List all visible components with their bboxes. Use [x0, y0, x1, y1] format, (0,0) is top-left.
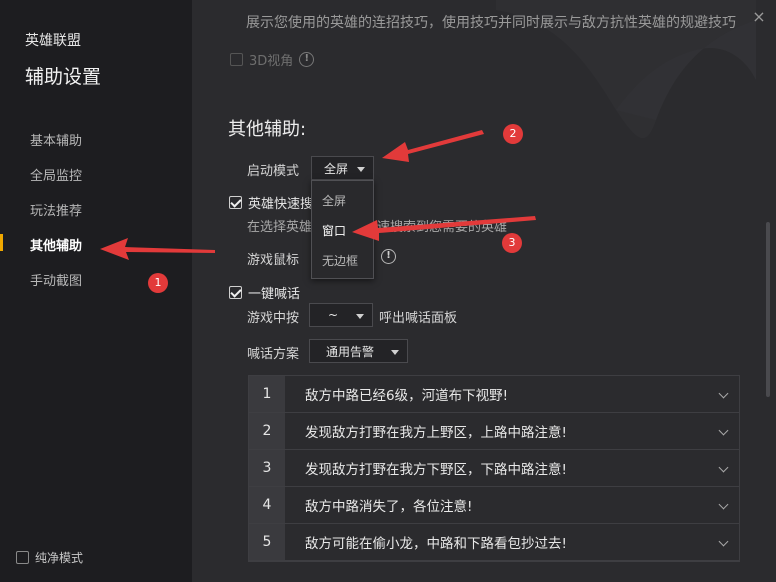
- list-item[interactable]: 1 敌方中路已经6级，河道布下视野!: [249, 376, 739, 413]
- message-text: 敌方中路已经6级，河道布下视野!: [305, 388, 509, 404]
- view3d-option[interactable]: 3D视角 !: [230, 50, 315, 69]
- view3d-label: 3D视角: [249, 54, 294, 69]
- shout-key-label: 游戏中按: [247, 311, 300, 326]
- message-number: 3: [249, 450, 285, 486]
- shout-plan-select[interactable]: 通用告警: [309, 339, 408, 363]
- list-item[interactable]: 5 敌方可能在偷小龙，中路和下路看包抄过去!: [249, 524, 739, 561]
- message-number: 4: [249, 487, 285, 523]
- hero-search-option[interactable]: 英雄快速搜: [229, 193, 313, 212]
- section-title: 其他辅助:: [228, 119, 307, 140]
- sidebar-item-global-monitor[interactable]: 全局监控: [30, 165, 82, 184]
- launch-mode-select[interactable]: 全屏: [311, 156, 374, 180]
- one-key-shout-checkbox[interactable]: [229, 286, 242, 299]
- message-text: 敌方可能在偷小龙，中路和下路看包抄过去!: [305, 536, 567, 552]
- page-heading: 辅助设置: [25, 66, 102, 88]
- message-text: 敌方中路消失了，各位注意!: [305, 499, 473, 515]
- pure-mode-toggle[interactable]: 纯净模式: [16, 549, 83, 566]
- dropdown-option-borderless[interactable]: 无边框: [322, 252, 358, 269]
- description-text: 展示您使用的英雄的连招技巧，使用技巧并同时展示与敌方抗性英雄的规避技巧: [246, 15, 736, 31]
- shout-key-select[interactable]: ~: [309, 303, 373, 327]
- hero-search-desc-left: 在选择英雄: [247, 220, 313, 235]
- chevron-down-icon[interactable]: [718, 388, 729, 399]
- chevron-down-icon[interactable]: [718, 425, 729, 436]
- shout-key-value: ~: [328, 308, 339, 322]
- chevron-down-icon[interactable]: [718, 499, 729, 510]
- scrollbar[interactable]: [766, 222, 770, 397]
- shout-plan-value: 通用告警: [326, 344, 375, 359]
- message-text: 发现敌方打野在我方下野区，下路中路注意!: [305, 462, 567, 478]
- launch-mode-value: 全屏: [324, 161, 349, 176]
- game-cursor-label: 游戏鼠标: [247, 253, 300, 268]
- sidebar-item-gameplay-recommend[interactable]: 玩法推荐: [30, 200, 82, 219]
- info-icon[interactable]: !: [381, 249, 396, 264]
- one-key-shout-option[interactable]: 一键喊话: [229, 283, 300, 302]
- annotation-badge-2: 2: [503, 124, 523, 144]
- list-item[interactable]: 4 敌方中路消失了，各位注意!: [249, 487, 739, 524]
- launch-mode-label: 启动模式: [247, 164, 300, 179]
- active-indicator: [0, 234, 3, 251]
- hero-search-checkbox[interactable]: [229, 196, 242, 209]
- view3d-checkbox[interactable]: [230, 53, 243, 66]
- app-name: 英雄联盟: [25, 33, 81, 49]
- sidebar-item-manual-screenshot[interactable]: 手动截图: [30, 270, 82, 289]
- pure-mode-label: 纯净模式: [35, 551, 84, 565]
- chevron-down-icon[interactable]: [718, 536, 729, 547]
- list-item[interactable]: 3 发现敌方打野在我方下野区，下路中路注意!: [249, 450, 739, 487]
- message-number: 2: [249, 413, 285, 449]
- message-number: 1: [249, 376, 285, 412]
- message-number: 5: [249, 524, 285, 560]
- dropdown-option-fullscreen[interactable]: 全屏: [322, 192, 346, 209]
- launch-mode-dropdown: 全屏 窗口 无边框: [311, 180, 374, 279]
- hero-search-label: 英雄快速搜: [248, 197, 314, 212]
- hero-search-desc-right: 速搜索到您需要的英雄: [377, 220, 508, 235]
- shout-plan-label: 喊话方案: [247, 347, 300, 362]
- annotation-badge-3: 3: [502, 233, 522, 253]
- pure-mode-checkbox[interactable]: [16, 551, 29, 564]
- shout-message-list: 1 敌方中路已经6级，河道布下视野! 2 发现敌方打野在我方上野区，上路中路注意…: [248, 375, 740, 562]
- chevron-down-icon: [391, 350, 399, 355]
- annotation-badge-1: 1: [148, 273, 168, 293]
- main-panel: × 展示您使用的英雄的连招技巧，使用技巧并同时展示与敌方抗性英雄的规避技巧 3D…: [192, 0, 776, 582]
- list-item[interactable]: 2 发现敌方打野在我方上野区，上路中路注意!: [249, 413, 739, 450]
- close-icon[interactable]: ×: [752, 9, 766, 25]
- chevron-down-icon: [357, 167, 365, 172]
- message-text: 发现敌方打野在我方上野区，上路中路注意!: [305, 425, 567, 441]
- dropdown-option-window[interactable]: 窗口: [322, 222, 346, 239]
- info-icon[interactable]: !: [299, 52, 315, 67]
- chevron-down-icon[interactable]: [718, 462, 729, 473]
- sidebar-item-basic-assist[interactable]: 基本辅助: [30, 130, 82, 149]
- chevron-down-icon: [356, 314, 364, 319]
- one-key-shout-label: 一键喊话: [248, 287, 301, 302]
- shout-key-suffix: 呼出喊话面板: [379, 311, 458, 326]
- sidebar-item-other-assist[interactable]: 其他辅助: [30, 235, 82, 254]
